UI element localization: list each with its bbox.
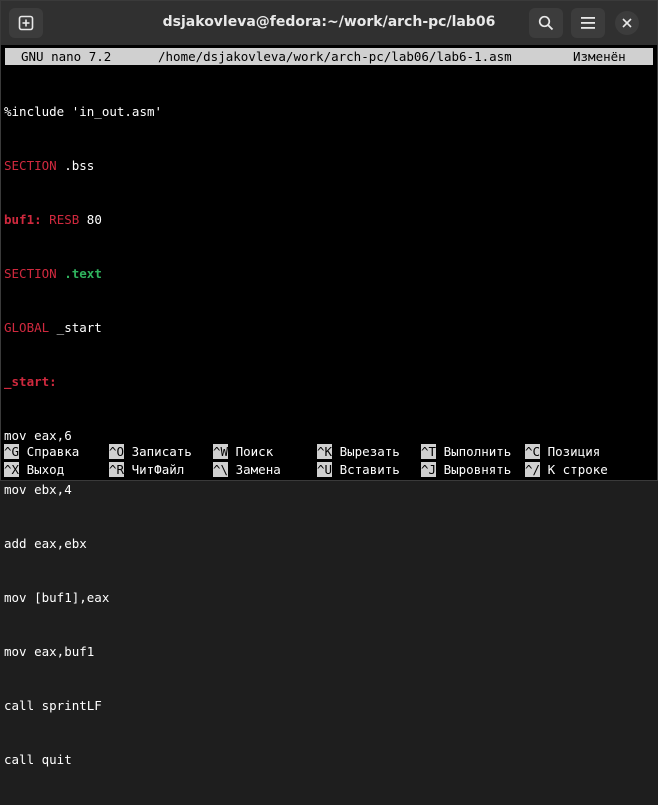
shortcut-paste[interactable]: ^U Вставить <box>317 461 400 479</box>
code-line: call quit <box>4 752 72 767</box>
shortcut-position[interactable]: ^C Позиция <box>525 443 600 461</box>
shortcut-search[interactable]: ^W Поиск <box>213 443 273 461</box>
shortcut-cut[interactable]: ^K Вырезать <box>317 443 400 461</box>
code-line: call sprintLF <box>4 698 102 713</box>
editor-content[interactable]: %include 'in_out.asm' SECTION .bss buf1:… <box>4 67 162 805</box>
shortcut-justify[interactable]: ^J Выровнять <box>421 461 511 479</box>
search-button[interactable] <box>529 8 563 38</box>
code-line: GLOBAL _start <box>4 320 102 335</box>
shortcut-exit[interactable]: ^X Выход <box>4 461 64 479</box>
title-bar: dsjakovleva@fedora:~/work/arch-pc/lab06 <box>1 1 657 45</box>
nano-header: GNU nano 7.2 /home/dsjakovleva/work/arch… <box>5 48 653 65</box>
nano-version: GNU nano 7.2 <box>21 49 112 64</box>
shortcut-go-to-line[interactable]: ^/ К строке <box>525 461 608 479</box>
shortcut-replace[interactable]: ^\ Замена <box>213 461 281 479</box>
close-icon <box>622 18 632 28</box>
hamburger-menu-icon <box>581 17 595 29</box>
code-line: mov eax,buf1 <box>4 644 95 659</box>
code-line: %include 'in_out.asm' <box>4 104 163 119</box>
terminal-window: dsjakovleva@fedora:~/work/arch-pc/lab06 … <box>0 0 658 767</box>
code-line: add eax,ebx <box>4 536 87 551</box>
shortcut-write[interactable]: ^O Записать <box>109 443 192 461</box>
code-line: buf1: RESB 80 <box>4 212 102 227</box>
shortcut-execute[interactable]: ^T Выполнить <box>421 443 511 461</box>
shortcut-read-file[interactable]: ^R ЧитФайл <box>109 461 184 479</box>
code-line: SECTION .text <box>4 266 102 281</box>
close-button[interactable] <box>615 11 639 35</box>
code-line: SECTION .bss <box>4 158 95 173</box>
file-path: /home/dsjakovleva/work/arch-pc/lab06/lab… <box>158 49 512 64</box>
code-line: _start: <box>4 374 57 389</box>
code-line: mov [buf1],eax <box>4 590 110 605</box>
code-line: mov ebx,4 <box>4 482 72 497</box>
search-icon <box>538 15 554 31</box>
modified-status: Изменён <box>573 49 626 64</box>
menu-button[interactable] <box>571 8 605 38</box>
shortcut-help[interactable]: ^G Справка <box>4 443 79 461</box>
terminal-area[interactable]: GNU nano 7.2 /home/dsjakovleva/work/arch… <box>3 45 655 767</box>
